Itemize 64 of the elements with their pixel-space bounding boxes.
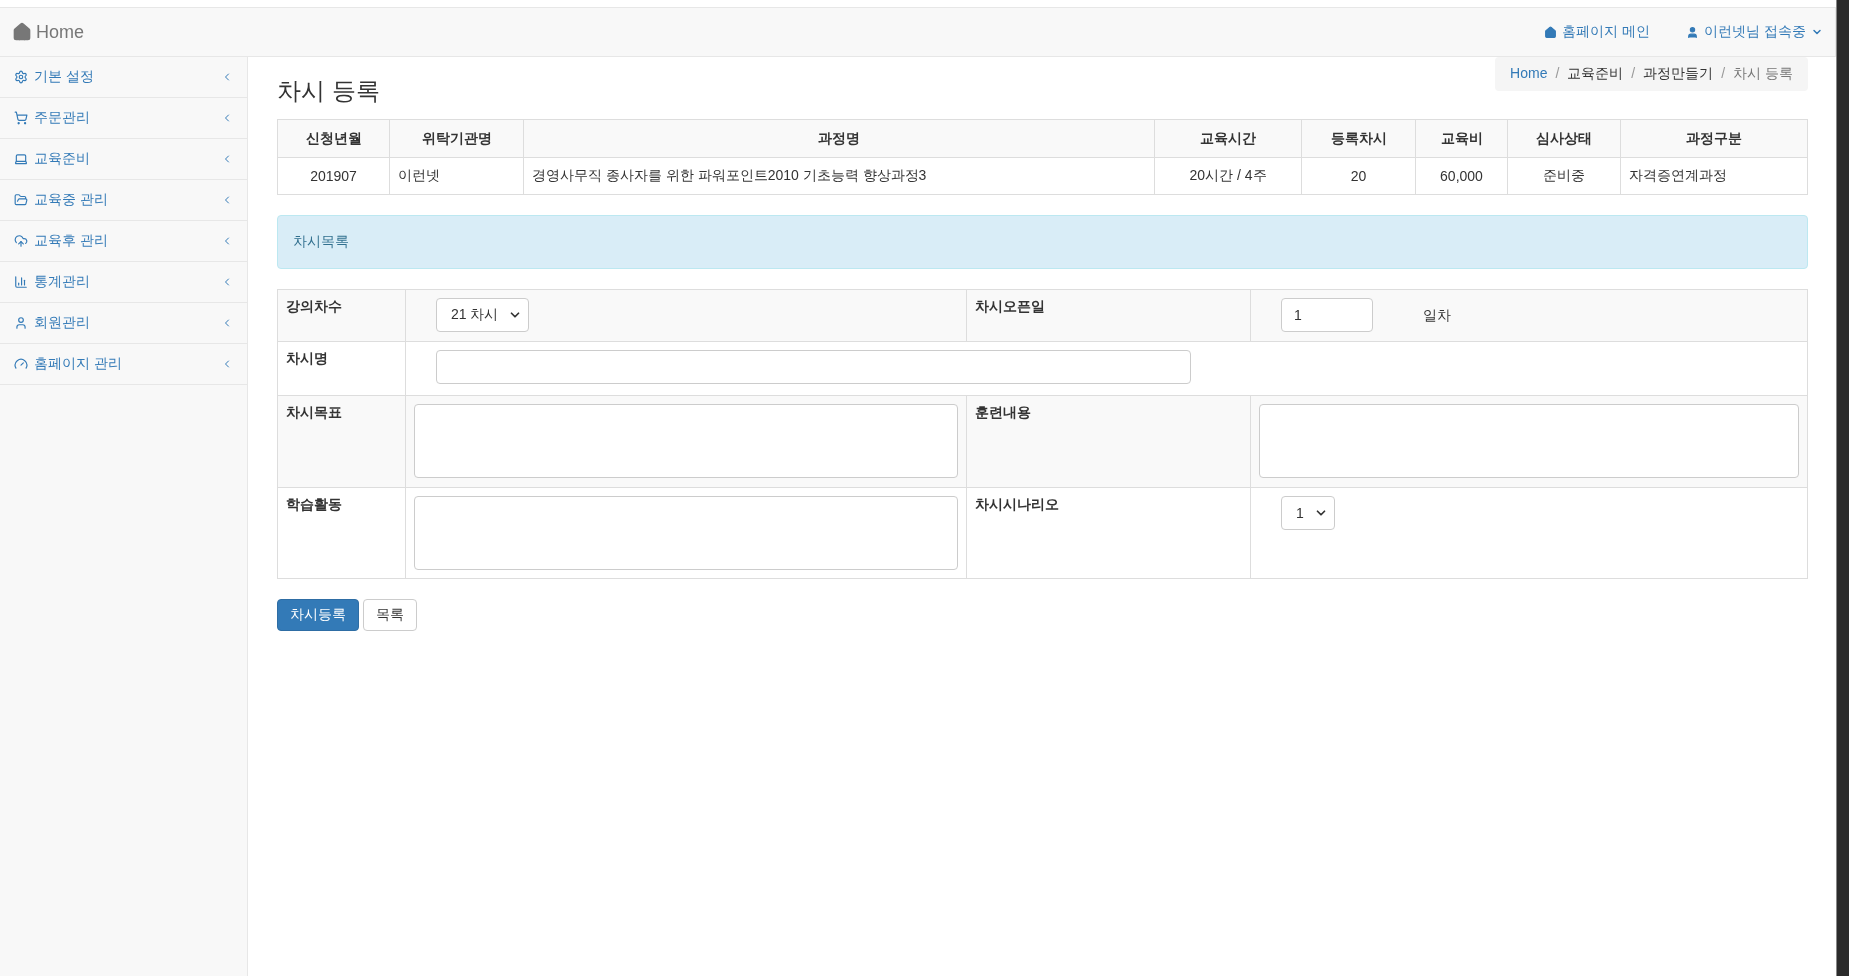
- table-cell: 이런넷: [389, 157, 524, 195]
- sidebar-item[interactable]: 기본 설정: [0, 57, 247, 98]
- select-field[interactable]: 1: [1281, 496, 1335, 530]
- sidebar-item[interactable]: 주문관리: [0, 98, 247, 139]
- brand-link[interactable]: Home: [12, 21, 84, 43]
- form-label: 훈련내용: [966, 395, 1251, 488]
- sidebar-item[interactable]: 교육준비: [0, 139, 247, 180]
- breadcrumb-item: 교육준비: [1567, 65, 1624, 83]
- table-cell: 20시간 / 4주: [1154, 157, 1302, 195]
- column-header: 신청년월: [277, 119, 390, 158]
- textarea-field[interactable]: [414, 404, 958, 478]
- form-label: 학습활동: [277, 487, 406, 579]
- breadcrumb-separator: /: [1720, 65, 1727, 83]
- table-cell: 20: [1301, 157, 1416, 195]
- nav-link[interactable]: 홈페이지 메인: [1544, 23, 1651, 41]
- table-cell: 60,000: [1415, 157, 1508, 195]
- folder-icon: [14, 193, 28, 207]
- column-header: 위탁기관명: [389, 119, 524, 158]
- breadcrumb-separator: /: [1554, 65, 1561, 83]
- column-header: 교육비: [1415, 119, 1508, 158]
- column-header: 심사상태: [1507, 119, 1621, 158]
- list-button[interactable]: 목록: [363, 599, 417, 631]
- breadcrumb-separator: /: [1630, 65, 1637, 83]
- textarea-field[interactable]: [414, 496, 958, 570]
- table-cell: 자격증연계과정: [1620, 157, 1808, 195]
- nav-link[interactable]: 이런넷님 접속중: [1686, 23, 1823, 41]
- sidebar-item[interactable]: 홈페이지 관리: [0, 344, 247, 385]
- panel-heading: 차시목록: [277, 215, 1808, 269]
- suffix-label: 일차: [1423, 307, 1451, 323]
- breadcrumb-link[interactable]: Home: [1510, 65, 1548, 83]
- form-label: 차시명: [277, 341, 406, 396]
- form-label: 차시시나리오: [966, 487, 1251, 579]
- input-field[interactable]: 1: [1281, 298, 1373, 332]
- sidebar-item[interactable]: 통계관리: [0, 262, 247, 303]
- home-icon: [1544, 25, 1558, 39]
- sidebar-item[interactable]: 교육중 관리: [0, 180, 247, 221]
- column-header: 등록차시: [1301, 119, 1416, 158]
- sidebar-item[interactable]: 회원관리: [0, 303, 247, 344]
- dashboard-icon: [14, 357, 28, 371]
- input-field[interactable]: [436, 350, 1191, 384]
- bar-chart-icon: [14, 275, 28, 289]
- form-label: 강의차수: [277, 289, 406, 342]
- home-icon: [12, 22, 32, 42]
- laptop-icon: [14, 152, 28, 166]
- textarea-field[interactable]: [1259, 404, 1799, 478]
- column-header: 과정명: [523, 119, 1155, 158]
- user-icon: [1686, 25, 1700, 39]
- page-title: 차시 등록: [277, 76, 380, 106]
- form-label: 차시목표: [277, 395, 406, 488]
- submit-button[interactable]: 차시등록: [277, 599, 359, 631]
- breadcrumb-item: 과정만들기: [1643, 65, 1714, 83]
- cloud-upload-icon: [14, 234, 28, 248]
- column-header: 교육시간: [1154, 119, 1302, 158]
- table-cell: 준비중: [1507, 157, 1621, 195]
- table-cell: 201907: [277, 157, 390, 195]
- breadcrumb-item: 차시 등록: [1733, 65, 1793, 83]
- cart-icon: [14, 111, 28, 125]
- gears-icon: [14, 70, 28, 84]
- form-label: 차시오픈일: [966, 289, 1251, 342]
- column-header: 과정구분: [1620, 119, 1808, 158]
- user-icon: [14, 316, 28, 330]
- table-cell: 경영사무직 종사자를 위한 파워포인트2010 기초능력 향상과정3: [523, 157, 1155, 195]
- sidebar-item[interactable]: 교육후 관리: [0, 221, 247, 262]
- select-field[interactable]: 21 차시: [436, 298, 530, 332]
